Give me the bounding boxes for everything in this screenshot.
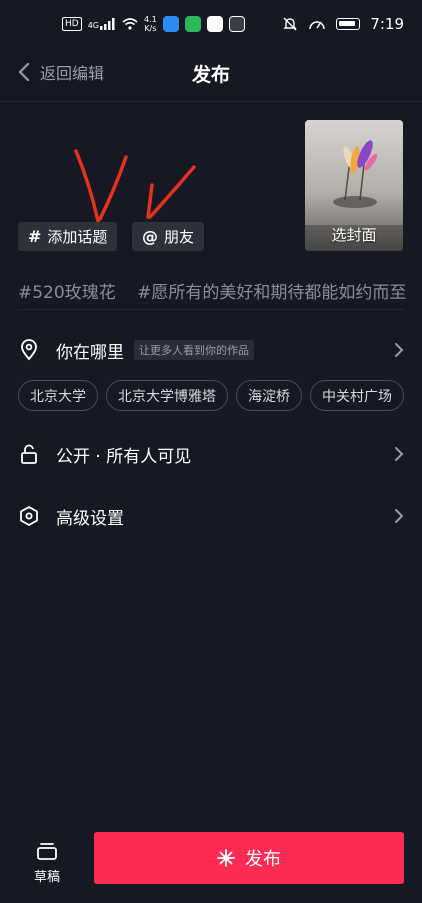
divider [18, 309, 404, 310]
status-left: HD 4G 4.1 K/s [62, 15, 245, 33]
location-row[interactable]: 你在哪里 让更多人看到你的作品 [18, 335, 404, 365]
advanced-settings-row[interactable]: 高级设置 [18, 501, 404, 531]
location-tag[interactable]: 海淀桥 [236, 380, 302, 411]
mention-friend-label: 朋友 [164, 228, 195, 246]
privacy-row[interactable]: 公开 · 所有人可见 [18, 439, 404, 469]
mute-icon [283, 17, 298, 31]
advanced-settings-label: 高级设置 [56, 508, 124, 529]
battery-icon [336, 18, 361, 30]
mention-friend-button[interactable]: @ 朋友 [132, 222, 205, 251]
location-label: 你在哪里 [56, 342, 124, 363]
status-right: 7:19 [282, 15, 404, 33]
sparkle-icon [217, 849, 235, 867]
network-speed: 4.1 K/s [144, 15, 157, 33]
location-tag[interactable]: 北京大学 [18, 380, 98, 411]
privacy-label: 公开 · 所有人可见 [56, 446, 192, 467]
bottom-bar: 草稿 发布 [0, 832, 422, 903]
search-app-icon [162, 16, 179, 32]
qq-icon [206, 16, 223, 32]
header-bar: 返回编辑 发布 [0, 48, 422, 102]
wifi-icon [122, 18, 138, 30]
location-suggestions: 北京大学 北京大学博雅塔 海淀桥 中关村广场 [18, 380, 404, 411]
location-pin-icon [21, 339, 37, 361]
caption-text[interactable]: #520玫瑰花 #愿所有的美好和期待都能如约而至 [18, 278, 422, 303]
at-icon: @ [142, 227, 158, 246]
location-tag[interactable]: 北京大学博雅塔 [106, 380, 228, 411]
add-topic-button[interactable]: # 添加话题 [18, 222, 118, 251]
location-hint: 让更多人看到你的作品 [134, 340, 254, 360]
hd-icon: HD [62, 17, 82, 31]
publish-button[interactable]: 发布 [94, 832, 404, 884]
speedometer-icon [309, 21, 326, 30]
add-topic-label: 添加话题 [47, 228, 108, 246]
annotation-arrows [74, 149, 196, 223]
publish-label: 发布 [245, 849, 281, 870]
cover-label: 选封面 [331, 226, 377, 244]
chevron-right-icon [395, 447, 404, 461]
chevron-right-icon [395, 509, 404, 523]
cover-thumbnail[interactable]: 选封面 [305, 120, 403, 251]
hashtag-icon: # [28, 227, 42, 246]
page-title: 发布 [191, 64, 230, 86]
unlock-icon [21, 444, 37, 464]
signal-icon: 4G [88, 18, 116, 30]
chevron-right-icon [395, 343, 404, 357]
status-bar: HD 4G 4.1 K/s 7:19 [0, 0, 422, 48]
green-app-icon [184, 16, 201, 32]
location-tag[interactable]: 中关村广场 [310, 380, 404, 411]
settings-hexagon-icon [20, 505, 38, 527]
draft-icon [37, 843, 57, 860]
shield-app-icon [228, 16, 245, 32]
draft-button[interactable]: 草稿 [30, 840, 64, 885]
draft-label: 草稿 [33, 870, 60, 885]
hashtag: #愿所有的美好和期待都能如约而至 [137, 283, 407, 303]
hashtag: #520玫瑰花 [18, 283, 116, 303]
clock: 7:19 [370, 15, 404, 33]
